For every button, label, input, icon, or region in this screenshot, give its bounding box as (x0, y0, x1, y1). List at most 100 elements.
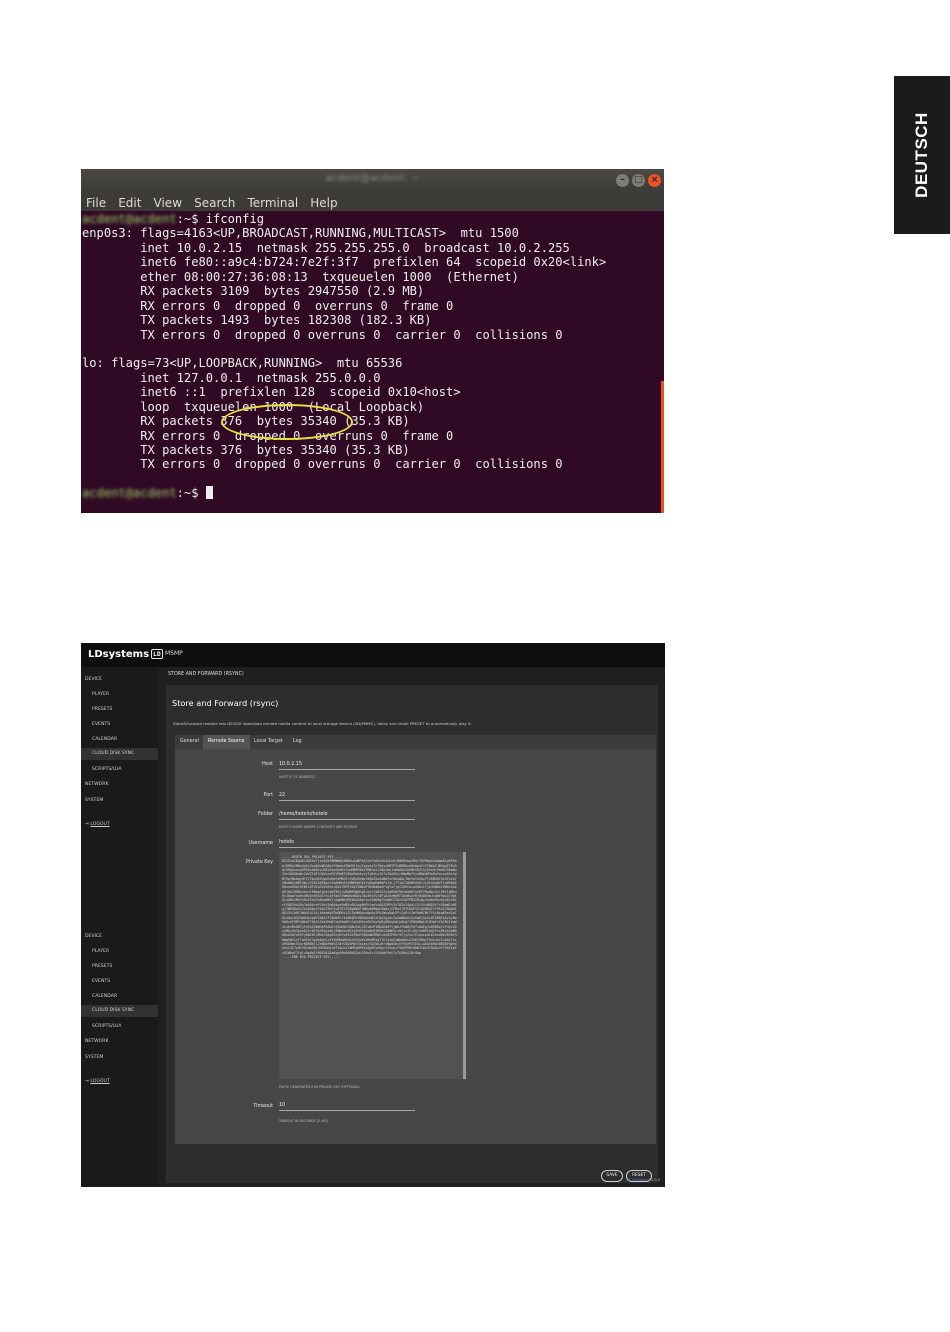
logout-link[interactable]: ⇥ LOGOUT (85, 1079, 110, 1084)
terminal-title: acdent@acdent: ~ (325, 173, 420, 184)
terminal-line: RX errors 0 dropped 0 overruns 0 frame 0 (82, 428, 454, 443)
sidebar: DEVICE PLAYER PRESETS EVENTS CALENDAR CL… (81, 667, 158, 1187)
terminal-line: RX packets 3109 bytes 2947550 (2.9 MB) (82, 284, 425, 299)
terminal-scrollbar[interactable] (661, 381, 664, 513)
tab-bar: General Remote Source Local Target Log (175, 735, 656, 749)
sidebar-item-scripts-lua[interactable]: SCRIPTS/LUA (92, 1024, 122, 1029)
folder-input[interactable]: /home/hotelo/hotelo (279, 810, 415, 820)
brand-mark: LD (151, 649, 163, 659)
logout-icon: ⇥ (85, 1079, 89, 1084)
language-tab: DEUTSCH (894, 76, 950, 234)
folder-label: Folder (258, 812, 273, 817)
terminal-line: inet6 fe80::a9c4:b724:7e2f:3f7 prefixlen… (82, 255, 607, 270)
sidebar-item-presets[interactable]: PRESETS (92, 707, 112, 712)
sidebar-item-player[interactable]: PLAYER (92, 949, 109, 954)
username-input[interactable]: hotelo (279, 838, 415, 848)
sidebar-item-system[interactable]: SYSTEM (85, 798, 103, 803)
brand-name: LDsystems (88, 649, 150, 660)
footer-version: 1.0.0 (650, 1178, 660, 1182)
footer: LD Systems / 1.0.0 (626, 1178, 660, 1182)
maximize-icon[interactable]: □ (632, 174, 645, 187)
key-body: MIIEowIBAAKCAQEAvTjhsQ9eSBMNm9p3BKDwJgBP… (282, 859, 457, 955)
terminal-line: TX errors 0 dropped 0 overruns 0 carrier… (82, 457, 563, 472)
sidebar-item-presets[interactable]: PRESETS (92, 964, 112, 969)
sidebar-item-device[interactable]: DEVICE (85, 934, 102, 939)
terminal-line: RX errors 0 dropped 0 overruns 0 frame 0 (82, 298, 454, 313)
settings-panel: Store and Forward (rsync) Store&Forward … (166, 685, 658, 1183)
web-ui-screenshot: LDsystems LD MSMP DEVICE PLAYER PRESETS E… (81, 643, 665, 1187)
close-icon[interactable]: × (648, 174, 661, 187)
sidebar-item-system[interactable]: SYSTEM (85, 1055, 103, 1060)
top-bar: LDsystems LD MSMP (81, 643, 665, 667)
logout-label: LOGOUT (90, 1079, 110, 1084)
port-label: Port (263, 793, 273, 798)
main-content: STORE AND FORWARD (RSYNC) Store and Forw… (158, 667, 665, 1187)
product-title: MSMP (165, 650, 183, 657)
logout-label: LOGOUT (90, 822, 110, 827)
cursor (205, 486, 213, 500)
terminal-line: inet 10.0.2.15 netmask 255.255.255.0 bro… (82, 240, 570, 255)
terminal-window: acdent@acdent: ~ – □ × File Edit View Se… (81, 169, 664, 513)
terminal-prompt-line: acdent@acdent:~$ (82, 486, 664, 500)
tab-general[interactable]: General (175, 735, 204, 749)
host-help: HOST IP OF ADDRESS (279, 775, 315, 779)
logout-link[interactable]: ⇥ LOGOUT (85, 822, 110, 827)
brand-logo[interactable]: LDsystems LD (88, 649, 163, 660)
sidebar-item-scripts-lua[interactable]: SCRIPTS/LUA (92, 767, 122, 772)
key-end: -----END RSA PRIVATE KEY----- (282, 954, 340, 959)
tab-local-target[interactable]: Local Target (249, 735, 288, 749)
sidebar-item-cloud-disk-sync[interactable]: CLOUD DISK SYNC (81, 1005, 158, 1017)
sidebar-item-player[interactable]: PLAYER (92, 692, 109, 697)
sidebar-item-cloud-disk-sync[interactable]: CLOUD DISK SYNC (81, 748, 158, 760)
terminal-line: RX packets 376 bytes 35340 (35.3 KB) (82, 414, 410, 429)
prompt: :~$ (176, 212, 206, 226)
sidebar-item-network[interactable]: NETWORK (85, 1039, 109, 1044)
private-key-content: -----BEGIN RSA PRIVATE KEY----- MIIEowIB… (282, 855, 458, 959)
terminal-line: lo: flags=73<UP,LOOPBACK,RUNNING> mtu 65… (82, 356, 403, 371)
language-label: DEUTSCH (912, 112, 931, 198)
sidebar-item-device[interactable]: DEVICE (85, 677, 102, 682)
terminal-line: TX packets 1493 bytes 182308 (182.3 KB) (82, 313, 432, 328)
terminal-menubar: File Edit View Search Terminal Help (81, 192, 664, 211)
terminal-line: ether 08:00:27:36:08:13 txqueuelen 1000 … (82, 269, 519, 284)
command: ifconfig (205, 212, 265, 226)
sidebar-item-events[interactable]: EVENTS (92, 722, 110, 727)
tab-log[interactable]: Log (288, 735, 307, 749)
terminal-prompt-line: acdent@acdent:~$ ifconfig (82, 212, 664, 226)
private-key-label: Private Key (246, 860, 273, 865)
sidebar-item-calendar[interactable]: CALENDAR (92, 994, 117, 999)
sidebar-item-calendar[interactable]: CALENDAR (92, 737, 117, 742)
private-key-textarea[interactable]: -----BEGIN RSA PRIVATE KEY----- MIIEowIB… (279, 852, 466, 1079)
sidebar-item-network[interactable]: NETWORK (85, 782, 109, 787)
prompt: :~$ (176, 486, 206, 501)
host-input[interactable]: 10.0.2.15 (279, 760, 415, 770)
page-title: Store and Forward (rsync) (172, 698, 279, 708)
page-description: Store&Forward module lets DEVICE downloa… (173, 721, 472, 726)
user-host: acdent@acdent (82, 486, 177, 501)
terminal-titlebar: acdent@acdent: ~ – □ × (81, 169, 664, 192)
username-label: Username (248, 841, 273, 846)
port-input[interactable]: 22 (279, 791, 415, 801)
terminal-output[interactable]: acdent@acdent:~$ ifconfig enp0s3: flags=… (81, 211, 664, 501)
host-label: Host (262, 762, 273, 767)
terminal-line: TX errors 0 dropped 0 overruns 0 carrier… (82, 327, 563, 342)
terminal-line: TX packets 376 bytes 35340 (35.3 KB) (82, 443, 410, 457)
key-scrollbar[interactable] (463, 852, 466, 1079)
sidebar-item-events[interactable]: EVENTS (92, 979, 110, 984)
terminal-line: inet 127.0.0.1 netmask 255.0.0.0 (82, 370, 381, 385)
breadcrumb: STORE AND FORWARD (RSYNC) (168, 672, 244, 677)
terminal-line: enp0s3: flags=4163<UP,BROADCAST,RUNNING,… (82, 226, 519, 241)
footer-link[interactable]: LD Systems (626, 1178, 647, 1182)
user-host: acdent@acdent (82, 212, 177, 226)
timeout-help: TIMEOUT IN SECONDS [5..60] (279, 1119, 328, 1123)
terminal-line: inet6 ::1 prefixlen 128 scopeid 0x10<hos… (82, 385, 461, 400)
private-key-help: PASTE GENERATED RSA PRIVATE KEY (OPTIONA… (279, 1085, 361, 1089)
tab-remote-source[interactable]: Remote Source (203, 735, 250, 749)
remote-source-form: Host 10.0.2.15 HOST IP OF ADDRESS Port 2… (175, 749, 656, 1144)
terminal-line: loop txqueuelen 1000 (Local Loopback) (82, 399, 425, 414)
timeout-input[interactable]: 10 (279, 1101, 415, 1111)
save-button[interactable]: SAVE (601, 1170, 623, 1182)
minimize-icon[interactable]: – (616, 174, 629, 187)
